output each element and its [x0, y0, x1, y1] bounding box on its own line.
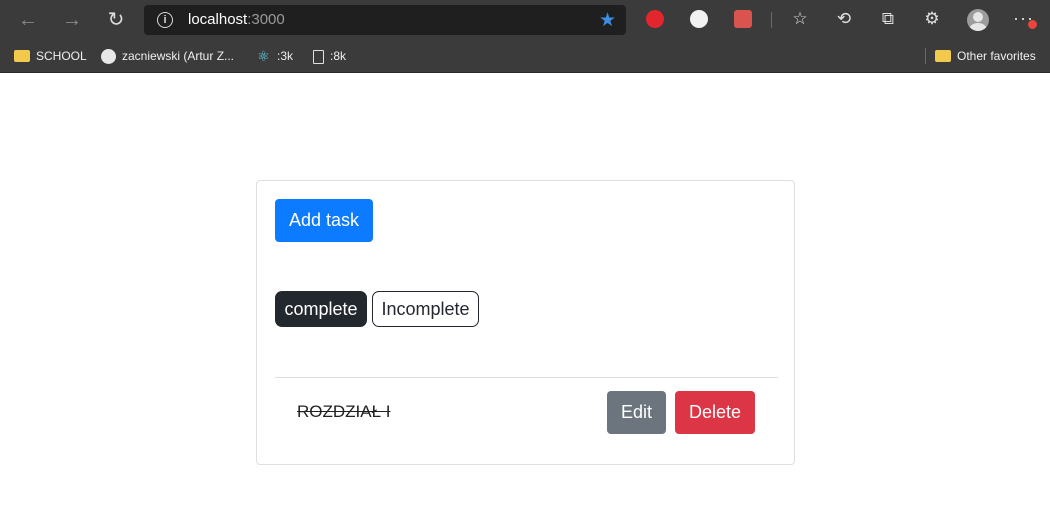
site-info-icon[interactable]: i [157, 12, 173, 28]
history-icon[interactable]: ⟲ [833, 8, 855, 30]
bookmark-github[interactable]: zacniewski (Artur Z... [101, 46, 234, 66]
file-icon [313, 49, 324, 64]
address-url[interactable]: localhost:3000 [188, 11, 285, 28]
forward-arrow-icon[interactable]: → [60, 8, 84, 32]
todo-card: Add task complete Incomplete ROZDZIAŁ I … [256, 180, 795, 465]
favorite-star-icon[interactable]: ★ [599, 9, 616, 32]
bookmarks-separator [925, 48, 926, 64]
adblock-extension-icon[interactable] [646, 10, 664, 28]
profile-avatar-icon[interactable] [967, 9, 989, 31]
edit-task-button[interactable]: Edit [607, 391, 666, 434]
react-icon: ⚛ [257, 48, 270, 65]
bookmark-school[interactable]: SCHOOL [14, 46, 87, 66]
task-title: ROZDZIAŁ I [297, 402, 391, 421]
divider [275, 377, 778, 378]
favorites-icon[interactable]: ☆ [789, 8, 811, 30]
collections-icon[interactable]: ⧉ [877, 8, 899, 30]
toolbar-separator [771, 12, 772, 28]
bookmark-3k[interactable]: ⚛:3k [256, 46, 293, 66]
filter-incomplete-button[interactable]: Incomplete [372, 291, 479, 327]
extensions-icon[interactable]: ⚙ [921, 8, 943, 30]
delete-task-button[interactable]: Delete [675, 391, 755, 434]
reload-icon[interactable]: ↻ [104, 8, 128, 32]
bookmark-8k[interactable]: :8k [313, 46, 346, 66]
extension-puzzle-icon[interactable] [734, 10, 752, 28]
folder-icon [935, 49, 951, 62]
github-icon [101, 49, 116, 65]
extension-icon[interactable] [690, 10, 708, 28]
notification-badge [1028, 20, 1037, 29]
bookmarks-bar: SCHOOL zacniewski (Artur Z... ⚛:3k :8k O… [0, 40, 1050, 73]
add-task-button[interactable]: Add task [275, 199, 373, 242]
address-bar[interactable]: i localhost:3000 ★ [144, 5, 626, 35]
back-arrow-icon[interactable]: ← [16, 8, 40, 32]
folder-icon [14, 49, 30, 62]
bookmark-other-favorites[interactable]: Other favorites [935, 46, 1036, 66]
browser-toolbar: ← → ↻ i localhost:3000 ★ ☆ ⟲ ⧉ ⚙ ··· [0, 0, 1050, 40]
filter-complete-button[interactable]: complete [275, 291, 367, 327]
